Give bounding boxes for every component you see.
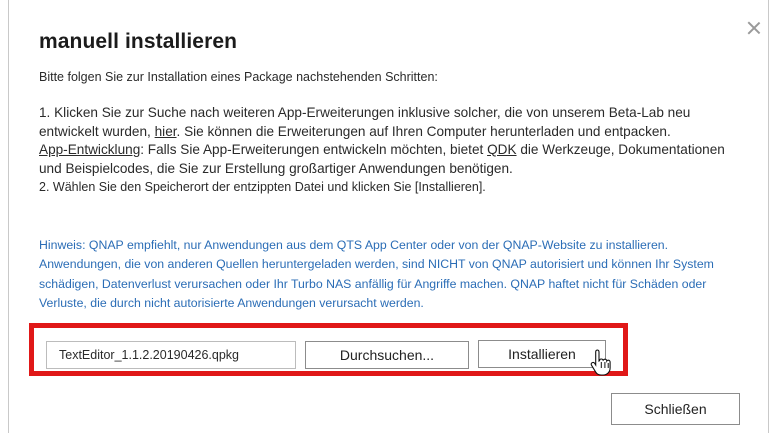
close-button[interactable]: Schließen [611, 393, 740, 425]
app-development-link[interactable]: App-Entwicklung [39, 142, 140, 157]
instruction-steps: 1. Klicken Sie zur Suche nach weiteren A… [39, 104, 744, 197]
hand-pointer-icon [590, 349, 611, 376]
install-button[interactable]: Installieren [478, 340, 606, 368]
here-link[interactable]: hier [155, 124, 177, 139]
dialog-title: manuell installieren [39, 30, 238, 53]
intro-text: Bitte folgen Sie zur Installation eines … [39, 70, 438, 84]
close-icon[interactable] [746, 20, 762, 36]
browse-button[interactable]: Durchsuchen... [305, 341, 469, 369]
hint-text: : QNAP empfiehlt, nur Anwendungen aus de… [39, 238, 714, 311]
qdk-link[interactable]: QDK [487, 142, 516, 157]
dev-text-pre: : Falls Sie App-Erweiterungen entwickeln… [140, 142, 488, 157]
hint-label: Hinweis [39, 238, 83, 252]
file-path-field[interactable]: TextEditor_1.1.2.20190426.qpkg [46, 341, 296, 369]
step2-text: 2. Wählen Sie den Speicherort der entzip… [39, 180, 486, 194]
step1-text-post: . Sie können die Erweiterungen auf Ihren… [176, 123, 671, 139]
warning-hint: Hinweis: QNAP empfiehlt, nur Anwendungen… [39, 236, 751, 314]
